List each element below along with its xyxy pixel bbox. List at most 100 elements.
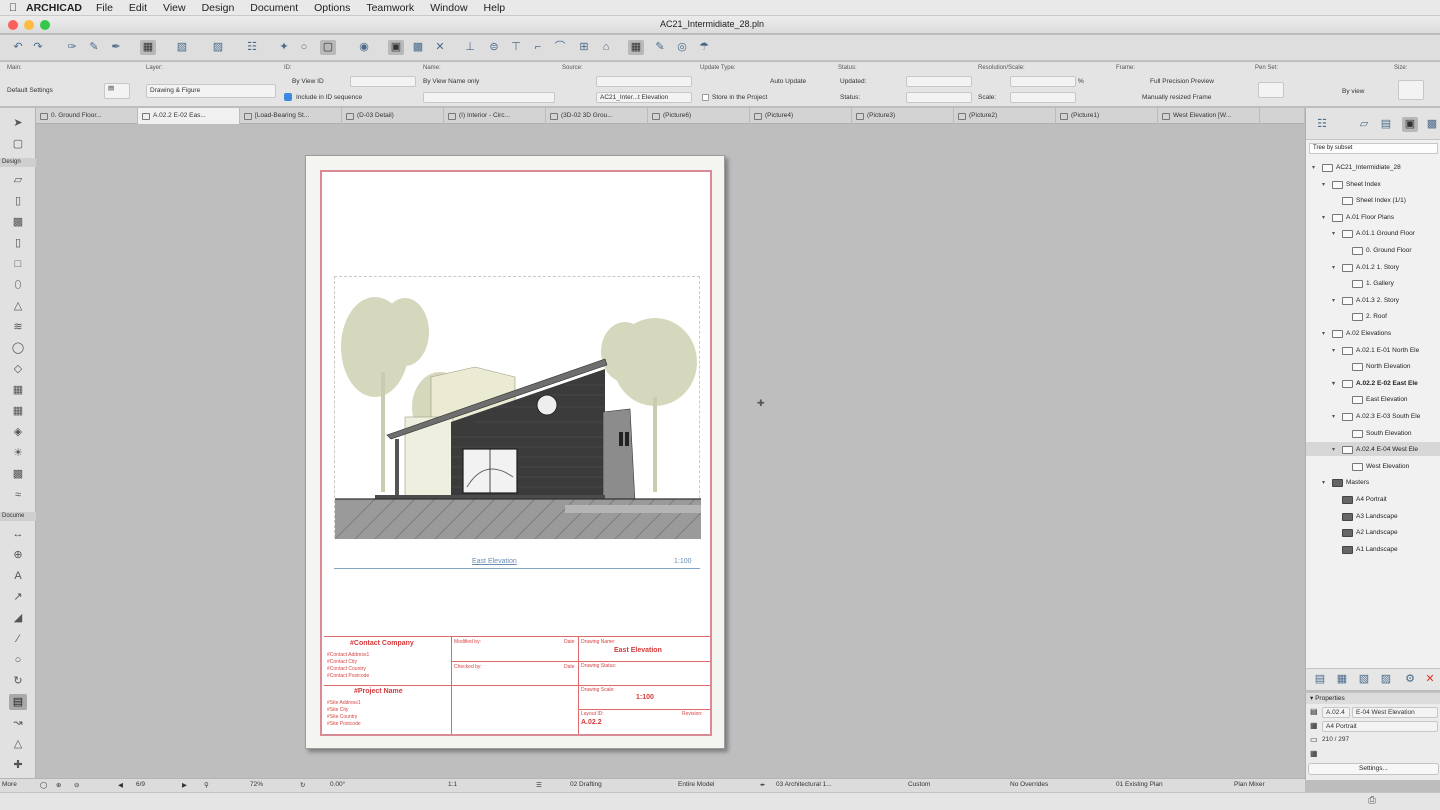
figure-tool-icon[interactable]: ↝ — [9, 715, 27, 731]
tab-west-elevation[interactable]: West Elevation [W... — [1158, 108, 1260, 124]
tree-item[interactable]: South Elevation — [1342, 427, 1412, 441]
mesh-tool-icon[interactable]: ▦ — [9, 382, 27, 398]
disclosure-triangle-icon[interactable]: ▾ — [1332, 377, 1339, 391]
tab-picture2[interactable]: (Picture2) — [954, 108, 1056, 124]
tree-item[interactable]: East Elevation — [1342, 393, 1408, 407]
tree-item[interactable]: A1 Landscape — [1332, 543, 1398, 557]
menu-teamwork[interactable]: Teamwork — [366, 2, 414, 14]
lamp-tool-icon[interactable]: ☀ — [9, 445, 27, 461]
tree-item[interactable]: A3 Landscape — [1332, 510, 1398, 524]
pen-set[interactable]: 03 Architectural 1... — [776, 781, 832, 788]
zoom-in-icon[interactable]: ⊕ — [56, 781, 61, 789]
layer-combo[interactable]: 02 Drafting — [570, 781, 602, 788]
tree-item[interactable]: A2 Landscape — [1332, 526, 1398, 540]
tree-item[interactable]: ▾ Sheet Index — [1322, 178, 1381, 192]
disclosure-triangle-icon[interactable]: ▾ — [1322, 178, 1329, 192]
drawing-tool-icon[interactable]: ▤ — [9, 694, 27, 710]
tree-item[interactable]: West Elevation — [1342, 460, 1409, 474]
fillet-icon[interactable]: ⌐ — [530, 40, 546, 55]
undo-icon[interactable]: ↶ — [10, 40, 26, 55]
disclosure-triangle-icon[interactable]: ▾ — [1332, 227, 1339, 241]
properties-name-field[interactable]: E-04 West Elevation — [1352, 707, 1438, 718]
new-subset-icon[interactable]: ▦ — [1334, 672, 1350, 687]
menu-help[interactable]: Help — [484, 2, 506, 14]
tree-item[interactable]: ▾ AC21_Intermidiate_28 — [1312, 161, 1401, 175]
tab-3d-document[interactable]: (3D-02 3D Grou... — [546, 108, 648, 124]
include-id-checkbox[interactable] — [284, 93, 292, 101]
polyline-tool-icon[interactable]: ↻ — [9, 673, 27, 689]
id-mode-select[interactable]: By View ID — [292, 78, 324, 85]
close-window-button[interactable] — [8, 20, 18, 30]
arrow-tool-icon[interactable]: ➤ — [9, 115, 27, 131]
disclosure-triangle-icon[interactable]: ▾ — [1322, 327, 1329, 341]
disclosure-triangle-icon[interactable]: ▾ — [1332, 261, 1339, 275]
menu-options[interactable]: Options — [314, 2, 350, 14]
inject-icon[interactable]: ✎ — [86, 40, 102, 55]
section-marker-tool-icon[interactable]: △ — [9, 736, 27, 752]
roof-tool-icon[interactable]: △ — [9, 298, 27, 314]
tab-picture1[interactable]: (Picture1) — [1056, 108, 1158, 124]
tree-item[interactable]: A4 Portrait — [1332, 493, 1387, 507]
trace-icon[interactable]: ○ — [296, 40, 312, 55]
apple-menu-icon[interactable]:  — [0, 2, 26, 14]
properties-header[interactable]: ▾ Properties — [1306, 693, 1440, 704]
menu-view[interactable]: View — [163, 2, 186, 14]
app-menu[interactable]: ARCHICAD — [26, 2, 82, 14]
object-tool-icon[interactable]: ◈ — [9, 424, 27, 440]
level-dimension-tool-icon[interactable]: ⊕ — [9, 547, 27, 563]
project-map-icon[interactable]: ☷ — [1314, 117, 1330, 132]
renovation-icon[interactable]: ✎ — [652, 40, 668, 55]
tree-item[interactable]: ▾ A.02.1 E-01 North Ele — [1332, 344, 1419, 358]
new-master-icon[interactable]: ▧ — [1356, 672, 1372, 687]
zoom-level[interactable]: 72% — [250, 781, 263, 788]
disclosure-triangle-icon[interactable]: ▾ — [1322, 476, 1329, 490]
home-icon[interactable]: ⌂ — [598, 40, 614, 55]
zone-tool-icon[interactable]: ▩ — [9, 466, 27, 482]
source-path-field[interactable] — [596, 76, 692, 87]
tab-picture6[interactable]: (Picture6) — [648, 108, 750, 124]
morph-tool-icon[interactable]: ◇ — [9, 361, 27, 377]
tab-detail[interactable]: (D-03 Detail) — [342, 108, 444, 124]
tree-item[interactable]: 2. Roof — [1342, 310, 1387, 324]
publisher-icon[interactable]: ▩ — [1424, 117, 1440, 132]
settings-button[interactable]: Settings... — [1308, 763, 1439, 775]
eyedropper-icon[interactable]: ✒ — [108, 40, 124, 55]
minimize-window-button[interactable] — [24, 20, 34, 30]
tree-item[interactable]: ▾ A.01.1 Ground Floor — [1332, 227, 1415, 241]
source-field[interactable]: AC21_Inter...t Elevation — [596, 92, 692, 103]
menu-design[interactable]: Design — [202, 2, 235, 14]
grid-snap-icon[interactable]: ☷ — [244, 40, 260, 55]
tab-picture4[interactable]: (Picture4) — [750, 108, 852, 124]
new-layout-icon[interactable]: ▤ — [1312, 672, 1328, 687]
offset-icon[interactable]: ⊤ — [508, 40, 524, 55]
layout-book-icon[interactable]: ▣ — [1402, 117, 1418, 132]
curtain-wall-tool-icon[interactable]: ▦ — [9, 403, 27, 419]
properties-master-select[interactable]: A4 Portrait — [1322, 721, 1438, 732]
window-tool-icon[interactable]: ▯ — [9, 235, 27, 251]
model-view-icon[interactable]: ▨ — [210, 40, 226, 55]
marquee-icon[interactable]: ▢ — [320, 40, 336, 55]
suspend-groups-icon[interactable]: ▣ — [388, 40, 404, 55]
wall-tool-icon[interactable]: ▱ — [9, 172, 27, 188]
menu-document[interactable]: Document — [250, 2, 298, 14]
size-button[interactable] — [1398, 80, 1424, 100]
next-page-icon[interactable]: ▶ — [182, 781, 187, 789]
zoom-out-icon[interactable]: ⊖ — [74, 781, 79, 789]
tree-item[interactable]: ▾ A.01.2 1. Story — [1332, 261, 1399, 275]
tab-load-bearing[interactable]: [Load-Bearing St... — [240, 108, 342, 124]
fill-tool-icon[interactable]: ◢ — [9, 610, 27, 626]
layer-select[interactable]: Drawing & Figure — [146, 84, 276, 98]
tree-item[interactable]: Sheet Index (1/1) — [1332, 194, 1406, 208]
layout-canvas[interactable]: East Elevation 1:100 #Contact Company #C… — [37, 125, 1304, 778]
disclosure-triangle-icon[interactable]: ▾ — [1312, 161, 1319, 175]
tree-item[interactable]: ▾ Masters — [1322, 476, 1369, 490]
grid-display-icon[interactable]: ▦ — [628, 40, 644, 55]
model-view[interactable]: Entire Model — [678, 781, 715, 788]
marquee-tool-icon[interactable]: ▢ — [9, 136, 27, 152]
zoom-fit-icon[interactable]: ◯ — [40, 781, 47, 789]
tab-picture3[interactable]: (Picture3) — [852, 108, 954, 124]
tree-item[interactable]: ▾ A.01.3 2. Story — [1332, 294, 1399, 308]
text-tool-icon[interactable]: A — [9, 568, 27, 584]
slab-tool-icon[interactable]: ⬯ — [9, 277, 27, 293]
layer-settings-icon[interactable]: ▦ — [140, 40, 156, 55]
